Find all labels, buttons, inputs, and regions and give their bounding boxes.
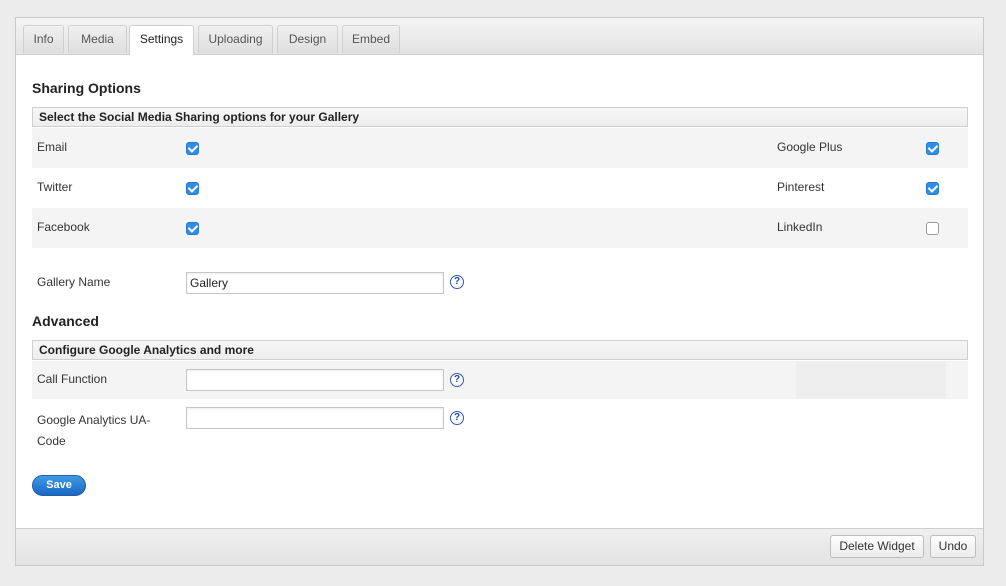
pinterest-checkbox[interactable] [926,182,939,195]
linkedin-checkbox[interactable] [926,222,939,235]
ua-code-help-icon[interactable]: ? [450,411,464,425]
tab-bar: Info Media Settings Uploading Design Emb… [16,18,983,55]
ua-code-label: Google Analytics UA- Code [37,410,150,452]
sharing-row-2 [32,168,968,208]
row-stripe [796,361,946,399]
gallery-name-label: Gallery Name [37,275,111,289]
sharing-options-title: Sharing Options [32,80,141,96]
email-checkbox[interactable] [186,142,199,155]
tab-settings[interactable]: Settings [129,25,194,55]
tab-info[interactable]: Info [23,25,64,53]
google-plus-checkbox[interactable] [926,142,939,155]
advanced-title: Advanced [32,313,99,329]
tab-uploading[interactable]: Uploading [198,25,273,53]
facebook-checkbox[interactable] [186,222,199,235]
twitter-label: Twitter [37,180,73,194]
gallery-name-input[interactable] [186,272,444,294]
call-function-input[interactable] [186,369,444,391]
ua-code-input[interactable] [186,407,444,429]
pinterest-label: Pinterest [777,180,825,194]
advanced-bar: Configure Google Analytics and more [32,340,968,360]
widget-footer: Delete Widget Undo [16,528,983,565]
email-label: Email [37,140,68,154]
google-plus-label: Google Plus [777,140,843,154]
delete-widget-button[interactable]: Delete Widget [830,535,924,558]
gallery-name-help-icon[interactable]: ? [450,275,464,289]
ua-code-label-line2: Code [37,434,66,448]
tab-media[interactable]: Media [68,25,127,53]
save-button[interactable]: Save [32,475,86,496]
widget-panel: Info Media Settings Uploading Design Emb… [15,17,984,566]
sharing-row-3 [32,208,968,248]
call-function-label: Call Function [37,372,108,386]
twitter-checkbox[interactable] [186,182,199,195]
undo-button[interactable]: Undo [930,535,976,558]
call-function-help-icon[interactable]: ? [450,373,464,387]
sharing-options-bar: Select the Social Media Sharing options … [32,107,968,127]
tab-design[interactable]: Design [277,25,338,53]
tab-embed[interactable]: Embed [342,25,400,53]
facebook-label: Facebook [37,220,90,234]
linkedin-label: LinkedIn [777,220,823,234]
ua-code-label-line1: Google Analytics UA- [37,413,151,427]
